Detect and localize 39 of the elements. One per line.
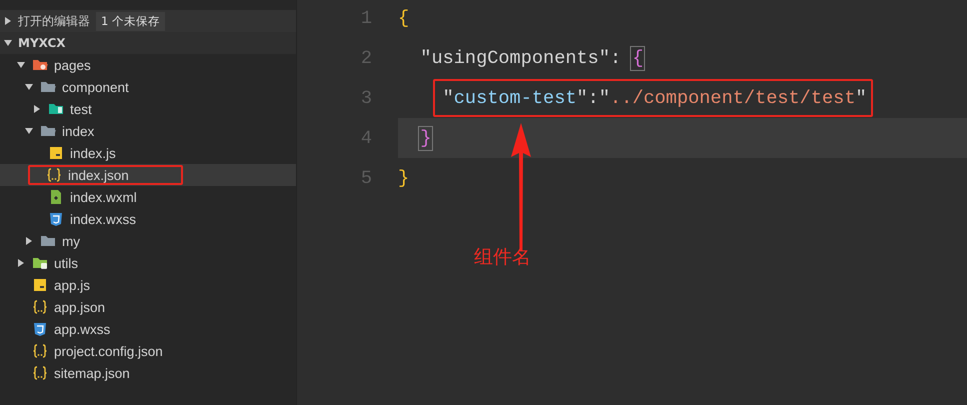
braces-icon [32,343,48,359]
file-item[interactable]: app.js [54,278,90,292]
folder-item[interactable]: component [62,80,129,94]
code-text: "usingComponents": { [420,48,644,68]
folder-item[interactable]: index [62,124,94,138]
file-item[interactable]: project.config.json [54,344,163,358]
folder-item[interactable]: utils [54,256,78,270]
unsaved-badge: 1 个未保存 [96,12,165,30]
braces-icon [32,365,48,381]
css-file-icon [32,321,48,337]
file-item[interactable]: index.wxss [70,212,136,226]
wxml-file-icon [48,189,64,205]
folder-icon [48,101,64,117]
file-item[interactable]: index.js [70,146,116,160]
braces-icon [46,167,62,183]
file-item[interactable]: sitemap.json [54,366,130,380]
folder-icon [32,57,48,73]
folder-icon [40,233,56,249]
code-text: } [398,168,410,188]
code-text: } [420,128,432,148]
file-item[interactable]: index.wxml [70,190,137,204]
folder-icon [40,123,56,139]
file-item[interactable]: app.json [54,300,106,314]
annotation-label: 组件名 [474,245,531,270]
folder-icon [40,79,56,95]
file-item[interactable]: app.wxss [54,322,110,336]
js-file-icon [48,145,64,161]
braces-icon [32,299,48,315]
folder-item[interactable]: pages [54,58,91,72]
folder-icon [32,255,48,271]
code-text: { [398,8,410,28]
project-name[interactable]: MYXCX [18,36,66,50]
code-text: "custom-test":"../component/test/test" [442,88,867,108]
folder-item[interactable]: my [62,234,80,248]
folder-item[interactable]: test [70,102,92,116]
css-file-icon [48,211,64,227]
section-header[interactable]: 打开的编辑器 [18,12,90,30]
js-file-icon [32,277,48,293]
file-item[interactable]: index.json [68,168,129,182]
